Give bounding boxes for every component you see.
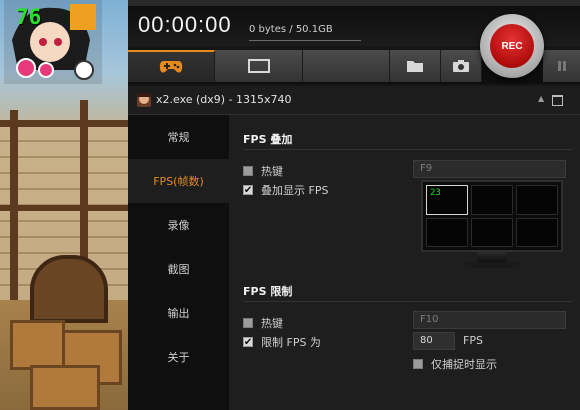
limit-fps-label: 限制 FPS 为 bbox=[261, 336, 321, 349]
tab-screen-recording[interactable] bbox=[215, 50, 303, 82]
show-fps-row: ✔ 叠加显示 FPS bbox=[243, 182, 328, 198]
rec-button[interactable]: REC bbox=[480, 14, 544, 78]
section-divider bbox=[243, 149, 573, 150]
window-mode-icon[interactable] bbox=[552, 95, 563, 106]
fps-limit-title: FPS 限制 bbox=[243, 285, 293, 298]
capture-only-label: 仅捕捉时显示 bbox=[431, 358, 497, 371]
nav-item-output[interactable]: 输出 bbox=[128, 291, 229, 335]
preview-fps-value: 23 bbox=[430, 188, 441, 198]
monitor-stand bbox=[477, 252, 507, 262]
target-source-bar: x2.exe (dx9) - 1315x740 ▲ bbox=[128, 86, 580, 115]
screen-icon bbox=[247, 59, 270, 73]
game-window bbox=[30, 255, 108, 323]
monitor-stand-base bbox=[465, 262, 519, 268]
target-app-label: x2.exe (dx9) - 1315x740 bbox=[156, 93, 292, 106]
overlay-hotkey-row: 热键 bbox=[243, 163, 283, 179]
size-divider bbox=[249, 40, 361, 41]
nav-item-about[interactable]: 关于 bbox=[128, 335, 229, 379]
settings-nav: 常规 FPS(帧数) 录像 截图 输出 关于 bbox=[128, 115, 229, 410]
folder-icon bbox=[407, 61, 423, 72]
overlay-hotkey-checkbox[interactable] bbox=[243, 166, 253, 176]
tab-pause[interactable] bbox=[543, 50, 580, 82]
game-timber bbox=[0, 120, 128, 127]
limit-fps-unit: FPS bbox=[463, 334, 483, 347]
bandicam-window: 00:00:00 0 bytes / 50.1GB REC x2.exe (dx… bbox=[128, 0, 580, 410]
game-background: 76 bbox=[0, 0, 128, 410]
record-timer: 00:00:00 bbox=[138, 12, 232, 37]
game-crate bbox=[10, 320, 65, 370]
capture-only-checkbox[interactable] bbox=[413, 359, 423, 369]
tab-screenshot[interactable] bbox=[441, 50, 482, 82]
section-divider bbox=[243, 301, 573, 302]
show-fps-checkbox[interactable]: ✔ bbox=[243, 185, 253, 196]
limit-fps-input[interactable]: 80 bbox=[413, 332, 455, 350]
tab-device-recording[interactable] bbox=[303, 50, 390, 82]
fps-settings-panel: FPS 叠加 热键 F9 ✔ 叠加显示 FPS FPS 限制 热键 F10 ✔ … bbox=[229, 115, 580, 410]
position-bottom-center[interactable] bbox=[471, 217, 513, 247]
rec-button-label[interactable]: REC bbox=[490, 24, 534, 68]
file-size-readout: 0 bytes / 50.1GB bbox=[249, 24, 333, 35]
fps-position-preview: 23 bbox=[421, 180, 563, 252]
limit-hotkey-label: 热键 bbox=[261, 317, 283, 330]
title-strip bbox=[128, 0, 580, 6]
limit-fps-row: ✔ 限制 FPS 为 bbox=[243, 334, 321, 350]
position-bottom-right[interactable] bbox=[516, 217, 558, 247]
position-top-right[interactable] bbox=[516, 185, 558, 215]
limit-hotkey-row: 热键 bbox=[243, 315, 283, 331]
nav-item-image[interactable]: 截图 bbox=[128, 247, 229, 291]
pause-icon bbox=[557, 61, 566, 71]
limit-fps-checkbox[interactable]: ✔ bbox=[243, 337, 253, 348]
capture-only-row: 仅捕捉时显示 bbox=[413, 356, 497, 372]
tab-open-folder[interactable] bbox=[390, 50, 441, 82]
position-top-center[interactable] bbox=[471, 185, 513, 215]
position-top-left[interactable]: 23 bbox=[426, 185, 468, 215]
game-crate bbox=[30, 365, 100, 410]
nav-item-video[interactable]: 录像 bbox=[128, 203, 229, 247]
gamepad-icon bbox=[159, 61, 183, 73]
caret-up-icon[interactable]: ▲ bbox=[538, 94, 544, 103]
overlay-hotkey-label: 热键 bbox=[261, 165, 283, 178]
show-fps-label: 叠加显示 FPS bbox=[261, 184, 329, 197]
overlay-hotkey-field[interactable]: F9 bbox=[413, 160, 566, 178]
game-fps-counter: 76 bbox=[16, 5, 42, 29]
game-timber bbox=[0, 205, 128, 211]
fps-overlay-title: FPS 叠加 bbox=[243, 133, 293, 146]
target-app-icon bbox=[137, 93, 151, 107]
camera-icon bbox=[453, 60, 469, 72]
tab-game-recording[interactable] bbox=[128, 50, 215, 82]
limit-hotkey-checkbox[interactable] bbox=[243, 318, 253, 328]
position-bottom-left[interactable] bbox=[426, 217, 468, 247]
limit-hotkey-field[interactable]: F10 bbox=[413, 311, 566, 329]
nav-item-fps[interactable]: FPS(帧数) bbox=[128, 159, 229, 203]
nav-item-general[interactable]: 常规 bbox=[128, 115, 229, 159]
